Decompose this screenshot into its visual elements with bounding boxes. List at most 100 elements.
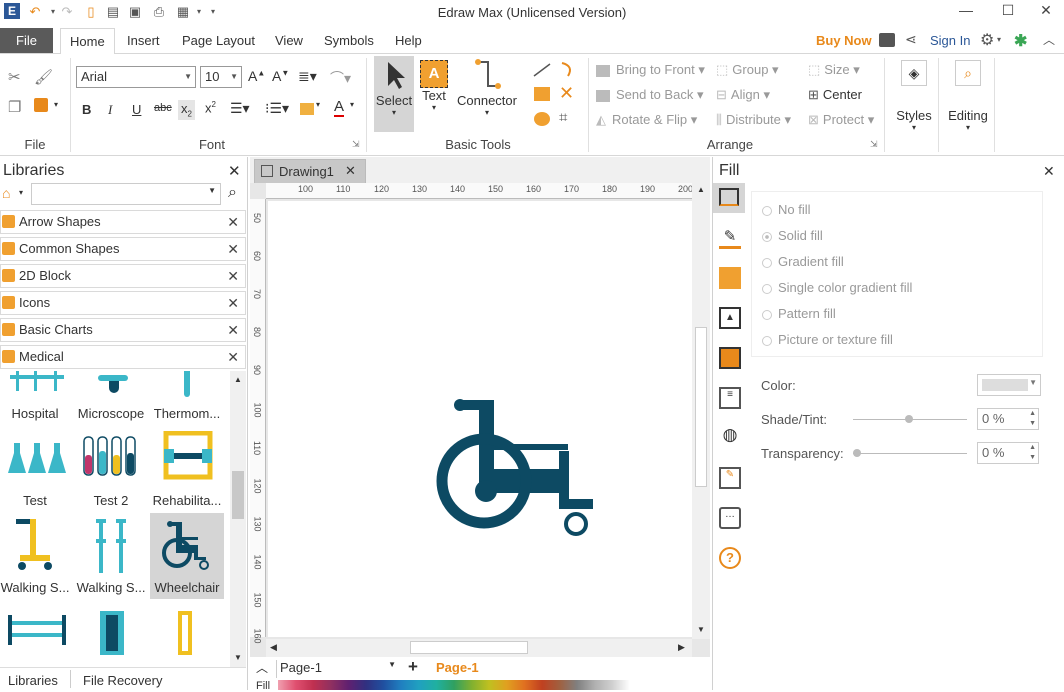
copy-icon[interactable]: ❐ <box>8 98 21 116</box>
styles-button[interactable]: ◈ Styles ▾ <box>892 60 936 132</box>
sign-in-link[interactable]: Sign In <box>930 28 970 53</box>
close-window-icon[interactable]: ✕ <box>1028 0 1064 22</box>
fill-option-gradient-fill[interactable]: Gradient fill <box>762 254 844 269</box>
settings-gear-icon[interactable]: ⚙ <box>980 30 994 50</box>
image-icon[interactable]: ▲ <box>719 307 741 329</box>
close-category-icon[interactable]: ✕ <box>227 319 239 341</box>
tab-page-layout[interactable]: Page Layout <box>182 28 255 53</box>
bold-icon[interactable]: B <box>82 102 91 117</box>
canvas-vertical-scrollbar[interactable]: ▲ ▼ <box>692 183 710 639</box>
highlight-dropdown-icon[interactable]: ▾ <box>316 100 320 109</box>
superscript-icon[interactable]: x2 <box>205 100 216 115</box>
close-libraries-icon[interactable]: ✕ <box>228 162 241 180</box>
tab-view[interactable]: View <box>275 28 303 53</box>
buy-now-link[interactable]: Buy Now <box>816 28 872 53</box>
wheelchair-drawing-icon[interactable] <box>436 391 596 551</box>
notes-icon[interactable]: ✎ <box>719 467 741 489</box>
shade-tint-slider[interactable] <box>853 415 967 423</box>
connector-button[interactable]: Connector ▾ <box>454 56 520 117</box>
libraries-scrollbar[interactable]: ▲ ▼ <box>230 371 246 667</box>
tab-home[interactable]: Home <box>60 28 115 55</box>
font-color-dropdown-icon[interactable]: ▾ <box>350 100 354 109</box>
group-button[interactable]: ⬚ Group ▾ <box>716 62 779 78</box>
send-to-back-button[interactable]: Send to Back ▾ <box>596 87 703 103</box>
text-button[interactable]: A Text ▾ <box>418 56 450 112</box>
fill-option-picture-texture[interactable]: Picture or texture fill <box>762 332 893 347</box>
maximize-icon[interactable]: ☐ <box>990 0 1026 22</box>
collapse-icon[interactable]: ︿ <box>256 659 268 676</box>
library-category-common-shapes[interactable]: Common Shapes ✕ <box>0 237 246 261</box>
size-button[interactable]: ⬚ Size ▾ <box>808 62 860 78</box>
center-button[interactable]: ⊞ Center <box>808 87 862 103</box>
scroll-up-icon[interactable]: ▲ <box>697 185 705 194</box>
paste-dropdown-icon[interactable]: ▾ <box>54 100 58 109</box>
wheelchair-shape-selected[interactable]: Wheelchair <box>150 513 224 599</box>
fill-option-solid-fill[interactable]: Solid fill <box>762 228 823 243</box>
share-icon[interactable]: ⋖ <box>905 31 917 48</box>
bullets-icon[interactable]: ⁝☰▾ <box>265 100 289 117</box>
page-properties-icon[interactable]: ≡ <box>719 387 741 409</box>
tab-file-recovery[interactable]: File Recovery <box>83 673 162 688</box>
text-highlight-icon[interactable] <box>300 103 314 115</box>
scroll-right-icon[interactable]: ▶ <box>678 642 685 653</box>
library-category-icons[interactable]: Icons ✕ <box>0 291 246 315</box>
minimize-icon[interactable]: — <box>948 0 984 22</box>
line-tool-icon[interactable] <box>532 62 552 78</box>
fill-option-no-fill[interactable]: No fill <box>762 202 811 217</box>
shadow-icon[interactable] <box>719 267 741 289</box>
home-icon[interactable]: ⌂ <box>2 185 10 201</box>
test-flasks-shape[interactable] <box>8 437 66 477</box>
scrollbar-thumb[interactable] <box>410 641 528 654</box>
transparency-slider[interactable] <box>853 449 967 457</box>
comment-icon[interactable]: … <box>719 507 741 529</box>
underline-icon[interactable]: U <box>132 102 141 117</box>
drawing-page[interactable] <box>268 201 692 637</box>
tab-symbols[interactable]: Symbols <box>324 28 374 53</box>
spin-arrows-icon[interactable]: ▲ ▼ <box>1029 443 1036 463</box>
home-dropdown-icon[interactable]: ▾ <box>19 188 23 197</box>
paste-icon[interactable] <box>34 98 48 112</box>
library-category-medical[interactable]: Medical ✕ <box>0 345 246 369</box>
close-category-icon[interactable]: ✕ <box>227 211 239 233</box>
font-size-select[interactable]: 10 ▼ <box>200 66 242 88</box>
font-color-icon[interactable]: A <box>334 98 345 117</box>
close-category-icon[interactable]: ✕ <box>227 292 239 314</box>
cut-icon[interactable]: ✂ <box>8 68 21 86</box>
close-panel-icon[interactable]: ✕ <box>1043 163 1055 180</box>
fill-option-single-color-gradient[interactable]: Single color gradient fill <box>762 280 912 295</box>
fill-tab-button[interactable] <box>713 183 745 213</box>
walking-stick-shape[interactable] <box>10 517 54 573</box>
transparency-spinbox[interactable]: 0 % ▲ ▼ <box>977 442 1039 464</box>
fill-option-pattern-fill[interactable]: Pattern fill <box>762 306 836 321</box>
library-search-input[interactable]: ▼ <box>31 183 221 205</box>
walking-crutches-shape[interactable] <box>92 517 132 575</box>
tab-libraries[interactable]: Libraries <box>8 673 58 688</box>
thermometer-shape[interactable] <box>184 371 190 397</box>
library-category-basic-charts[interactable]: Basic Charts ✕ <box>0 318 246 342</box>
page-select[interactable]: Page-1 ▼ <box>276 660 396 678</box>
slider-handle[interactable] <box>905 415 913 423</box>
crop-tool-icon[interactable]: ⌗ <box>559 109 567 126</box>
add-page-icon[interactable]: + <box>408 657 418 677</box>
scrollbar-thumb[interactable] <box>232 471 244 519</box>
globe-icon[interactable]: ◍ <box>719 425 741 447</box>
editing-button[interactable]: ⌕ Editing ▾ <box>944 60 992 132</box>
spin-arrows-icon[interactable]: ▲ ▼ <box>1029 409 1036 429</box>
line-style-icon[interactable]: ✎ <box>719 227 741 249</box>
collapse-ribbon-icon[interactable]: ︿ <box>1043 31 1055 48</box>
scrollbar-thumb[interactable] <box>695 327 707 487</box>
ellipse-tool-icon[interactable] <box>534 112 550 126</box>
distribute-button[interactable]: ⫼ Distribute ▾ <box>716 112 791 128</box>
slider-handle[interactable] <box>853 449 861 457</box>
line-spacing-icon[interactable]: ⌒▾ <box>330 68 351 88</box>
store-icon[interactable] <box>879 33 895 47</box>
color-picker[interactable]: ▼ <box>977 374 1041 396</box>
page-tab-page-1[interactable]: Page-1 <box>436 660 479 675</box>
library-category-arrow-shapes[interactable]: Arrow Shapes ✕ <box>0 210 246 234</box>
close-category-icon[interactable]: ✕ <box>227 265 239 287</box>
iv-drip-shape[interactable] <box>98 609 126 659</box>
close-category-icon[interactable]: ✕ <box>227 238 239 260</box>
close-tab-icon[interactable]: ✕ <box>345 163 356 179</box>
rotate-flip-button[interactable]: ◭ Rotate & Flip ▾ <box>596 112 697 128</box>
scroll-left-icon[interactable]: ◀ <box>270 642 277 653</box>
